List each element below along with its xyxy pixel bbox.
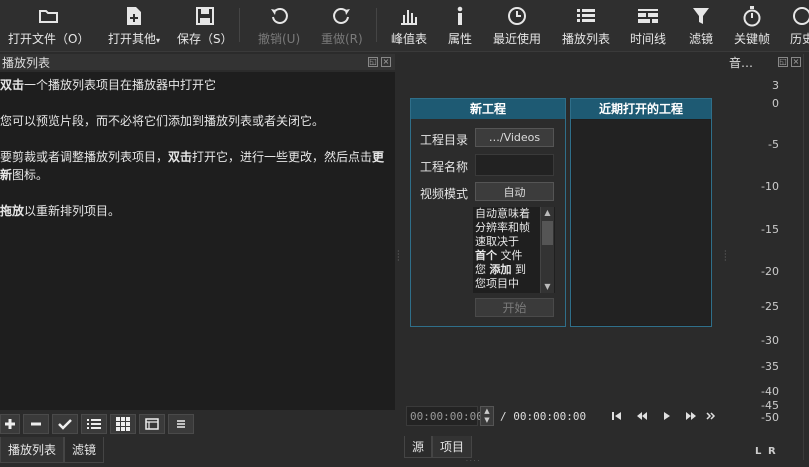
- grid-view-icon[interactable]: [110, 414, 136, 434]
- scroll-thumb[interactable]: [542, 221, 553, 245]
- properties-button[interactable]: 属性: [448, 4, 472, 50]
- remove-icon[interactable]: [23, 414, 49, 434]
- timecode-spinner[interactable]: ▲ ▼: [480, 406, 494, 426]
- left-dock-tabs: 播放列表 滤镜: [0, 437, 105, 463]
- project-dir-label: 工程目录: [420, 133, 469, 147]
- more-controls-icon[interactable]: [703, 409, 719, 423]
- timeline-icon: [636, 4, 660, 28]
- meter-tick: -25: [761, 300, 779, 313]
- keyframes-button[interactable]: 关键帧: [734, 4, 770, 50]
- check-icon[interactable]: [52, 414, 78, 434]
- filter-icon: [689, 4, 713, 28]
- project-name-input[interactable]: [475, 154, 554, 176]
- open-other-button[interactable]: 打开其他▾: [108, 4, 160, 50]
- meter-tick: -50: [761, 411, 779, 424]
- peak-meter-icon: [397, 4, 421, 28]
- tab-filters[interactable]: 滤镜: [64, 437, 105, 463]
- rewind-icon[interactable]: [634, 409, 650, 423]
- help-line: 您可以预览片段，而不必将它们添加到播放列表或者关闭它。: [0, 114, 325, 128]
- add-file-icon: [122, 4, 146, 28]
- meter-tick: -35: [761, 360, 779, 373]
- save-icon: [193, 4, 217, 28]
- meter-tick: -40: [761, 385, 779, 398]
- meter-tick: 3: [772, 79, 779, 92]
- playlist-panel-header: 播放列表 ◱ ×: [0, 54, 395, 70]
- tab-source[interactable]: 源: [404, 436, 433, 458]
- help-line: 要剪裁或者调整播放列表项目，双击打开它，进行一些更改，然后点击更新图标。: [0, 150, 385, 182]
- scroll-down-icon[interactable]: ▼: [541, 281, 554, 293]
- meter-tick: -30: [761, 334, 779, 347]
- bottom-splitter-handle[interactable]: · · · ·: [466, 459, 479, 465]
- meter-right-label: R: [768, 446, 776, 457]
- splitter-handle[interactable]: · · · ·: [724, 248, 727, 265]
- center-dock-tabs: 源 项目: [404, 436, 473, 458]
- position-timecode-input[interactable]: 00:00:00:00: [406, 406, 483, 426]
- clock-icon: [505, 4, 529, 28]
- stopwatch-icon: [740, 4, 764, 28]
- audio-meter-title: 音…: [729, 55, 754, 70]
- start-button[interactable]: 开始: [475, 298, 554, 317]
- meter-tick: -15: [761, 223, 779, 236]
- playlist-panel-title: 播放列表: [2, 55, 51, 70]
- float-icon[interactable]: ◱: [778, 57, 788, 67]
- project-name-label: 工程名称: [420, 160, 469, 174]
- history-icon: [790, 4, 809, 28]
- main-toolbar: 打开文件（O） 打开其他▾ 保存（S） 撤销(U) 重做(R) 峰值表 属性 最…: [0, 0, 809, 52]
- add-icon[interactable]: [0, 414, 20, 434]
- video-mode-label: 视频模式: [420, 187, 469, 201]
- redo-icon: [330, 4, 354, 28]
- skip-previous-icon[interactable]: [609, 409, 625, 423]
- icon-view-icon[interactable]: [139, 414, 165, 434]
- open-file-button[interactable]: 打开文件（O）: [8, 4, 89, 50]
- history-button[interactable]: 历史: [790, 4, 809, 50]
- float-icon[interactable]: ◱: [368, 57, 378, 67]
- playlist-help-area[interactable]: 双击一个播放列表项目在播放器中打开它 您可以预览片段，而不必将它们添加到播放列表…: [0, 72, 395, 410]
- project-dir-button[interactable]: …/Videos: [475, 128, 554, 147]
- new-project-panel: 新工程 工程目录 …/Videos 工程名称 视频模式 自动 自动意味着 分辨率…: [410, 98, 566, 327]
- meter-tick: 0: [772, 97, 779, 110]
- filters-button[interactable]: 滤镜: [689, 4, 713, 50]
- duration-timecode: 00:00:00:00: [513, 409, 587, 423]
- timecode-separator: / 00:00:00:00: [500, 409, 587, 423]
- playlist-toolbar: [0, 413, 395, 435]
- recent-projects-list[interactable]: [572, 120, 710, 325]
- help-line: 双击一个播放列表项目在播放器中打开它: [0, 78, 217, 92]
- recent-projects-panel: 近期打开的工程: [570, 98, 712, 327]
- timeline-button[interactable]: 时间线: [630, 4, 666, 50]
- description-scrollbar[interactable]: ▲ ▼: [540, 207, 554, 293]
- peak-meter-button[interactable]: 峰值表: [391, 4, 427, 50]
- list-icon: [574, 4, 598, 28]
- details-view-icon[interactable]: [81, 414, 107, 434]
- meter-tick: -20: [761, 265, 779, 278]
- undo-icon: [267, 4, 291, 28]
- fast-forward-icon[interactable]: [683, 409, 699, 423]
- video-mode-select[interactable]: 自动: [475, 182, 554, 201]
- undo-button[interactable]: 撤销(U): [258, 4, 300, 50]
- tab-playlist[interactable]: 播放列表: [0, 437, 65, 463]
- meter-tick: -5: [768, 138, 779, 151]
- toolbar-separator: [376, 8, 377, 42]
- meter-tick: -10: [761, 180, 779, 193]
- recent-projects-title: 近期打开的工程: [571, 99, 711, 119]
- audio-meter-header: 音… ◱ ×: [729, 54, 801, 70]
- folder-open-icon: [37, 4, 61, 28]
- close-icon[interactable]: ×: [791, 57, 801, 67]
- toolbar-separator: [239, 8, 240, 42]
- playlist-button[interactable]: 播放列表: [562, 4, 610, 50]
- close-icon[interactable]: ×: [381, 57, 391, 67]
- redo-button[interactable]: 重做(R): [321, 4, 363, 50]
- save-button[interactable]: 保存（S）: [177, 4, 233, 50]
- scroll-up-icon[interactable]: ▲: [541, 207, 554, 219]
- audio-meter: 3 0 -5 -10 -15 -20 -25 -30 -35 -40 -45 -…: [729, 72, 801, 460]
- tab-project[interactable]: 项目: [432, 436, 473, 458]
- play-icon[interactable]: [659, 409, 675, 423]
- right-dock-panel: [803, 54, 809, 460]
- menu-icon[interactable]: [168, 414, 194, 434]
- help-line: 拖放以重新排列项目。: [0, 204, 121, 218]
- info-icon: [448, 4, 472, 28]
- meter-left-label: L: [755, 446, 762, 457]
- recent-button[interactable]: 最近使用: [493, 4, 541, 50]
- splitter-handle[interactable]: · · · ·: [397, 248, 400, 265]
- new-project-title: 新工程: [411, 99, 565, 119]
